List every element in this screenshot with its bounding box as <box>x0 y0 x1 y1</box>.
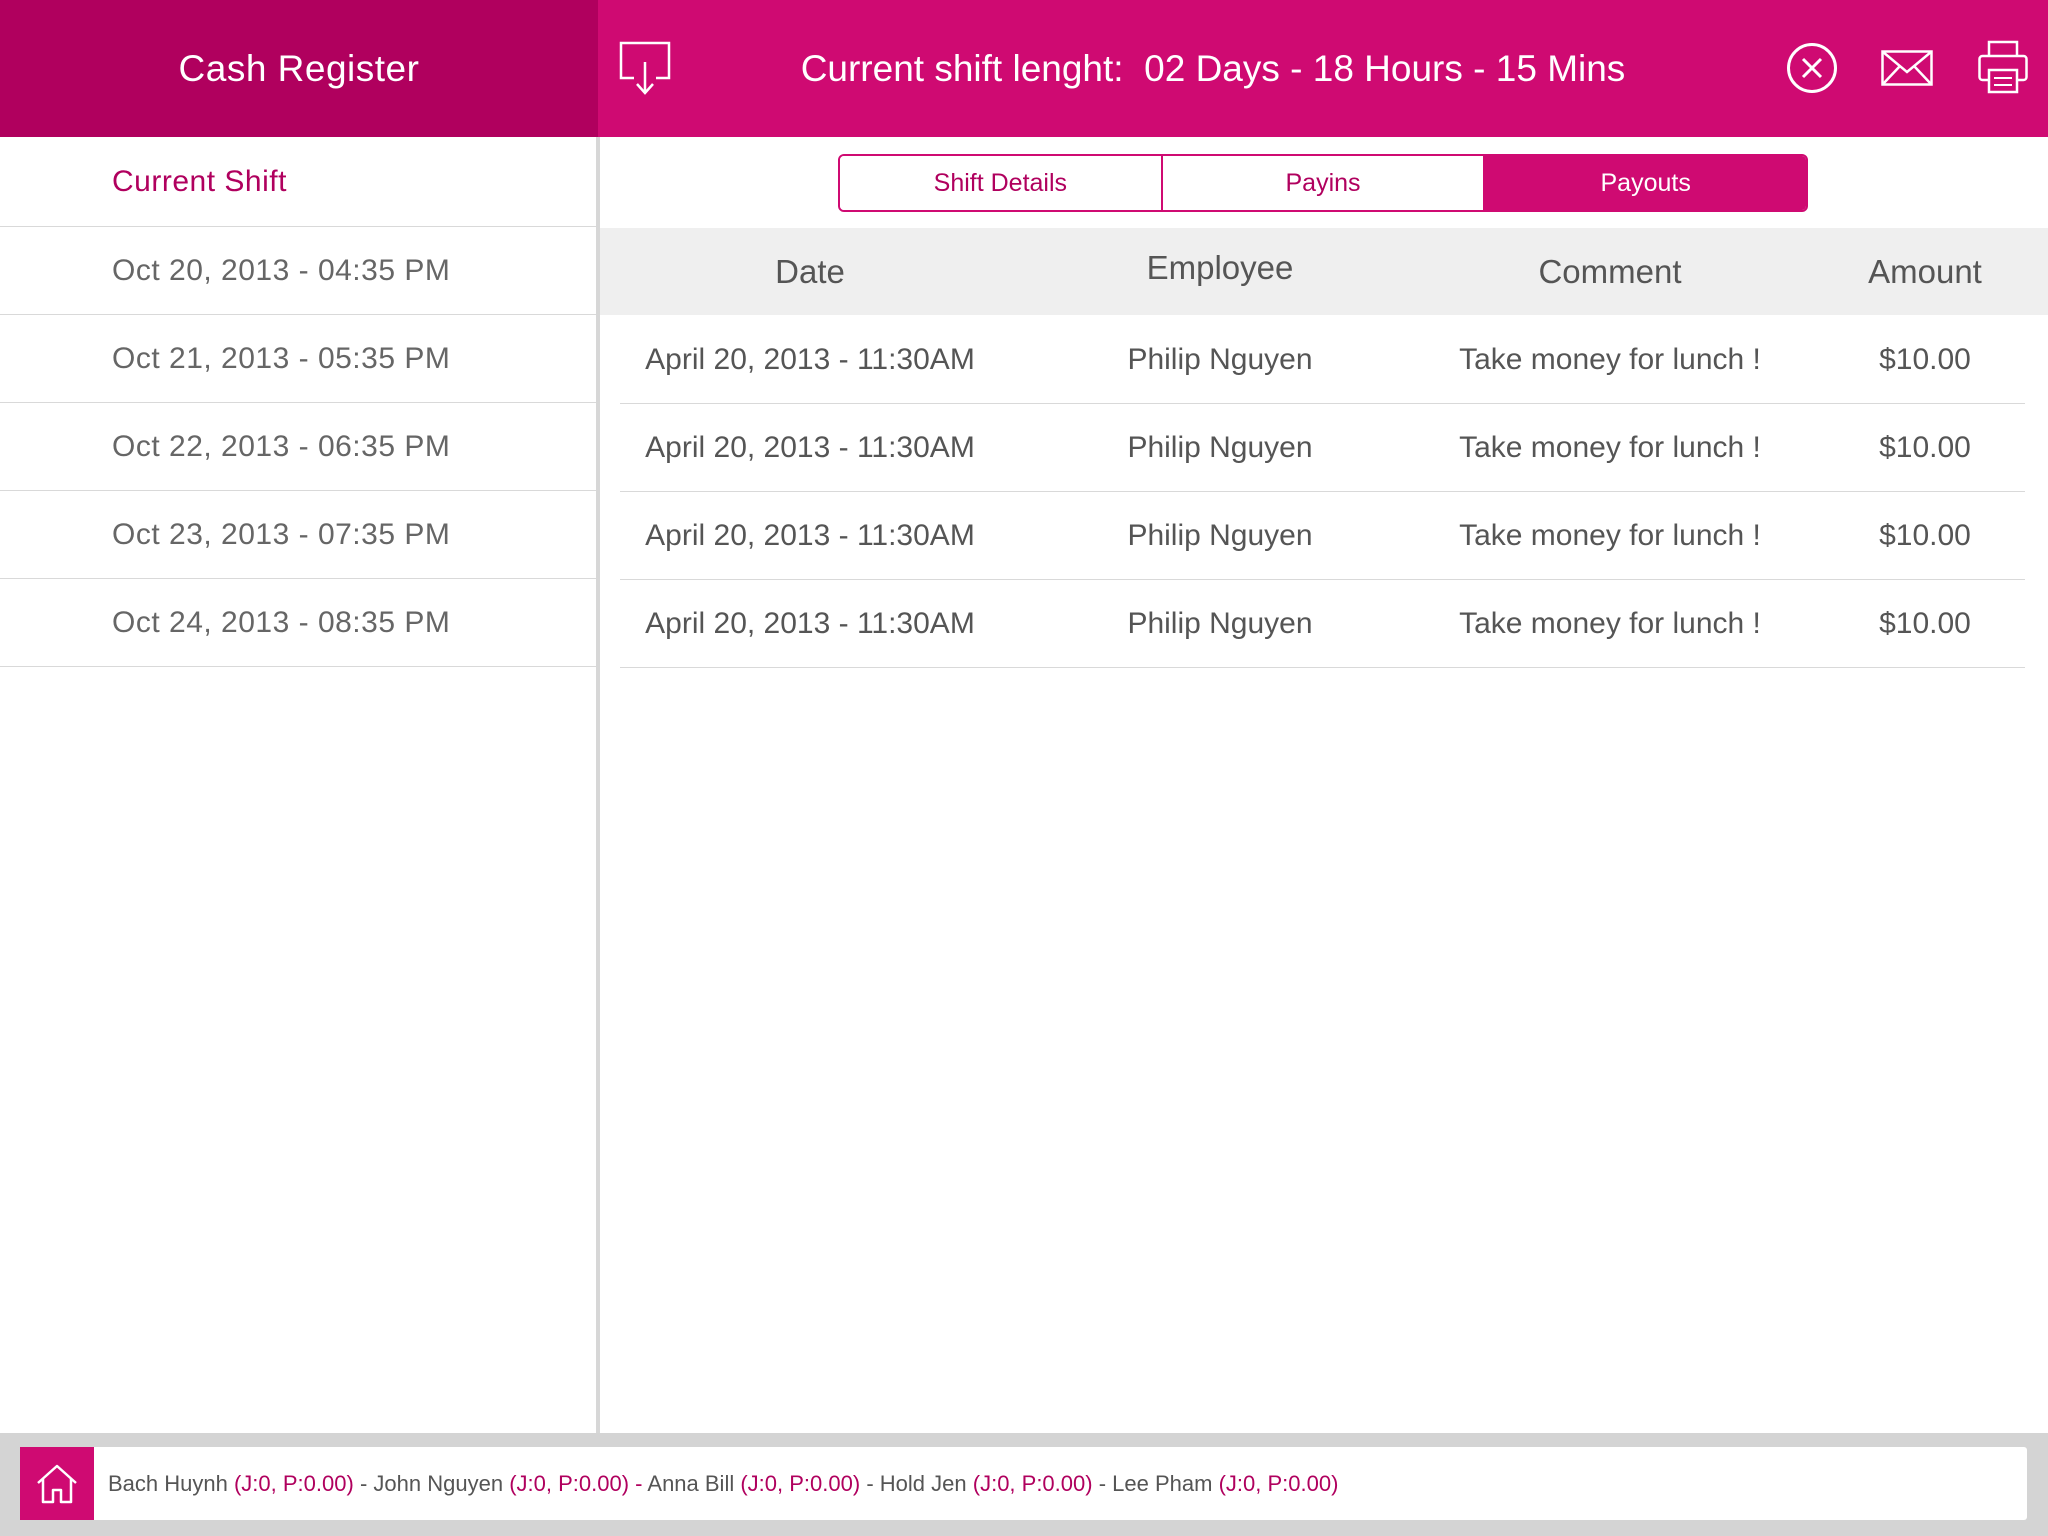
staff-separator: - <box>1098 1470 1113 1496</box>
shift-length: Current shift lenght: 02 Days - 18 Hours… <box>800 47 1626 89</box>
sidebar-item-shift[interactable]: Oct 24, 2013 - 08:35 PM <box>0 579 596 667</box>
staff-name: John Nguyen <box>373 1470 504 1496</box>
segmented-tabs: Shift Details Payins Payouts <box>838 154 1808 212</box>
export-icon[interactable] <box>618 40 672 96</box>
column-header-amount: Amount <box>1868 252 1982 290</box>
sidebar-item-shift[interactable]: Oct 20, 2013 - 04:35 PM <box>0 227 596 315</box>
cell-amount: $10.00 <box>1879 607 1971 640</box>
tab-payins[interactable]: Payins <box>1160 156 1484 210</box>
staff-stats: (J:0, P:0.00) <box>1218 1470 1339 1496</box>
staff-separator: - <box>359 1470 374 1496</box>
staff-stats: (J:0, P:0.00) <box>233 1470 354 1496</box>
payouts-table: April 20, 2013 - 11:30AM Philip Nguyen T… <box>620 316 2025 668</box>
cell-amount: $10.00 <box>1879 519 1971 552</box>
cell-date: April 20, 2013 - 11:30AM <box>645 343 975 376</box>
staff-summary: Bach Huynh (J:0, P:0.00) - John Nguyen (… <box>94 1471 1338 1497</box>
column-header-comment: Comment <box>1538 252 1682 290</box>
header-bar: Current shift lenght: 02 Days - 18 Hours… <box>598 0 2048 137</box>
column-header-employee: Employee <box>1146 248 1294 286</box>
header-title-panel: Cash Register <box>0 0 598 137</box>
app-title: Cash Register <box>178 47 420 89</box>
staff-separator: - <box>866 1470 880 1496</box>
cell-employee: Philip Nguyen <box>1127 431 1313 464</box>
sidebar-item-current-shift[interactable]: Current Shift <box>0 137 596 227</box>
staff-name: Bach Huynh <box>108 1470 228 1496</box>
home-icon <box>37 1464 77 1503</box>
staff-name: Hold Jen <box>879 1470 967 1496</box>
staff-stats: (J:0, P:0.00) <box>509 1470 630 1496</box>
table-row[interactable]: April 20, 2013 - 11:30AM Philip Nguyen T… <box>620 580 2025 668</box>
cell-amount: $10.00 <box>1879 343 1971 376</box>
table-row[interactable]: April 20, 2013 - 11:30AM Philip Nguyen T… <box>620 404 2025 492</box>
sidebar-item-shift[interactable]: Oct 21, 2013 - 05:35 PM <box>0 315 596 403</box>
shift-list: Current Shift Oct 20, 2013 - 04:35 PM Oc… <box>0 137 596 1433</box>
staff-separator: - <box>635 1470 648 1496</box>
cell-date: April 20, 2013 - 11:30AM <box>645 431 975 464</box>
cell-comment: Take money for lunch ! <box>1459 343 1761 376</box>
footer-bar: Bach Huynh (J:0, P:0.00) - John Nguyen (… <box>0 1433 2048 1536</box>
close-icon[interactable] <box>1786 42 1838 94</box>
staff-stats: (J:0, P:0.00) <box>972 1470 1093 1496</box>
staff-stats: (J:0, P:0.00) <box>740 1470 861 1496</box>
printer-icon[interactable] <box>1978 40 2028 94</box>
mail-icon[interactable] <box>1881 50 1933 86</box>
sidebar-divider <box>596 137 600 1433</box>
staff-name: Lee Pham <box>1112 1470 1213 1496</box>
cell-employee: Philip Nguyen <box>1127 607 1313 640</box>
table-row[interactable]: April 20, 2013 - 11:30AM Philip Nguyen T… <box>620 492 2025 580</box>
cell-comment: Take money for lunch ! <box>1459 519 1761 552</box>
cell-amount: $10.00 <box>1879 431 1971 464</box>
staff-status-bar: Bach Huynh (J:0, P:0.00) - John Nguyen (… <box>20 1447 2027 1520</box>
cell-date: April 20, 2013 - 11:30AM <box>645 519 975 552</box>
cell-date: April 20, 2013 - 11:30AM <box>645 607 975 640</box>
staff-name: Anna Bill <box>647 1470 735 1496</box>
cell-comment: Take money for lunch ! <box>1459 607 1761 640</box>
cell-comment: Take money for lunch ! <box>1459 431 1761 464</box>
cell-employee: Philip Nguyen <box>1127 519 1313 552</box>
sidebar-item-shift[interactable]: Oct 23, 2013 - 07:35 PM <box>0 491 596 579</box>
tab-shift-details[interactable]: Shift Details <box>840 156 1161 210</box>
home-button[interactable] <box>20 1447 94 1520</box>
table-row[interactable]: April 20, 2013 - 11:30AM Philip Nguyen T… <box>620 316 2025 404</box>
column-header-date: Date <box>775 252 845 290</box>
sidebar-item-shift[interactable]: Oct 22, 2013 - 06:35 PM <box>0 403 596 491</box>
table-header: Date Employee Comment Amount <box>600 228 2048 315</box>
cell-employee: Philip Nguyen <box>1127 343 1313 376</box>
tab-payouts[interactable]: Payouts <box>1483 156 1806 210</box>
